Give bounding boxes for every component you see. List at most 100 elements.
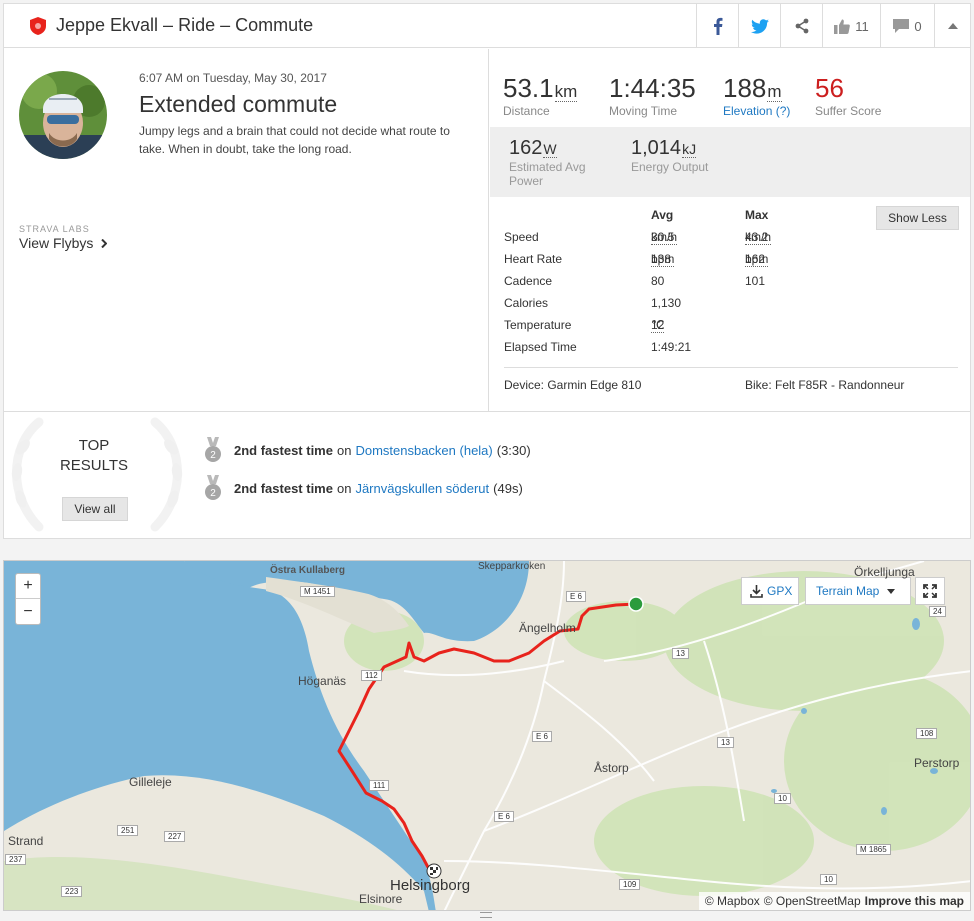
route-map[interactable]: + − GPX Terrain Map Östra Kullaberg Skep… [3,560,971,911]
row-label: Temperature [504,318,572,332]
activity-date: 6:07 AM on Tuesday, May 30, 2017 [139,71,327,85]
collapse-button[interactable] [934,4,970,48]
share-icon [795,18,808,34]
power-panel: 162W Estimated Avg Power 1,014kJ Energy … [490,127,970,197]
achievement-rank: 2nd fastest time [234,480,333,496]
suffer-score-value: 56 [815,73,844,103]
show-less-button[interactable]: Show Less [876,206,959,230]
place-orkelljunga: Örkelljunga [854,565,915,579]
power-label: Estimated Avg Power [509,160,586,188]
caret-up-icon [947,23,958,29]
table-row: Elapsed Time 1:49:21 [504,340,804,362]
view-flybys-label: View Flybys [19,235,94,251]
moving-time-value: 1:44:35 [609,73,696,103]
map-attribution: © Mapbox © OpenStreetMap Improve this ma… [698,892,970,910]
activity-summary: 6:07 AM on Tuesday, May 30, 2017 Extende… [4,49,489,411]
row-max: 101 [745,274,766,288]
facebook-share-button[interactable] [696,4,738,48]
stat-energy: 1,014kJ Energy Output [631,137,708,174]
silver-medal-icon: 2 [205,475,221,500]
distance-unit: km [554,82,578,102]
map-resize-handle[interactable] [480,912,492,918]
achievement-rank: 2nd fastest time [234,442,333,458]
energy-value: 1,014 [631,137,682,159]
row-max-unit: bpm [745,252,769,267]
row-label: Elapsed Time [504,340,577,354]
silver-medal-icon: 2 [205,437,221,462]
road-sign: E 6 [494,811,515,822]
elevation-help-link[interactable]: Elevation (?) [723,104,790,118]
avatar-image [19,71,107,159]
power-value: 162 [509,137,543,159]
ride-shield-icon [30,17,46,35]
achievement-item: 2 2nd fastest time on Domstensbacken (he… [204,437,531,463]
fullscreen-button[interactable] [915,577,945,605]
top-results-section: TOP RESULTS View all 2 2nd fastest time … [4,411,970,539]
row-max-unit: km/h [745,230,772,245]
segment-link[interactable]: Järnvägskullen söderut [355,481,489,496]
activity-title: Extended commute [139,91,338,117]
gpx-download-button[interactable]: GPX [741,577,799,605]
table-row: Speed 30.5 km/h 43.2 km/h [504,230,804,252]
activity-stats: 53.1km Distance 1:44:35 Moving Time 188m… [490,49,970,411]
activity-owner-title: Jeppe Ekvall – Ride – Commute [56,15,314,35]
view-all-button[interactable]: View all [62,497,128,521]
achievement-time: (49s) [493,480,523,496]
top-results-heading: TOP RESULTS [44,436,144,476]
improve-map-link[interactable]: Improve this map [865,894,964,908]
table-row: Temperature 12 ℃ [504,318,804,340]
download-icon [750,584,763,598]
stat-power: 162W Estimated Avg Power [509,137,604,188]
top-results-line1: TOP [78,437,110,454]
elevation-unit: m [767,82,782,102]
distance-label: Distance [503,104,550,118]
segment-link[interactable]: Domstensbacken (hela) [355,443,492,458]
road-sign: 24 [929,606,946,617]
row-label: Cadence [504,274,553,288]
power-unit: W [543,141,557,158]
row-avg-unit: bpm [651,252,675,267]
zoom-control: + − [15,573,41,625]
place-astorp: Åstorp [594,761,629,775]
share-button[interactable] [780,4,822,48]
map-canvas[interactable] [4,561,971,911]
distance-value: 53.1 [503,73,554,103]
athlete-avatar[interactable] [19,71,107,159]
svg-text:2: 2 [210,488,216,499]
elevation-value: 188 [723,73,767,103]
achievement-item: 2 2nd fastest time on Järnvägskullen söd… [204,475,523,501]
view-flybys-link[interactable]: View Flybys [19,235,108,251]
kudos-button[interactable]: 11 [822,4,880,48]
terrain-map-dropdown[interactable]: Terrain Map [805,577,911,605]
zoom-in-button[interactable]: + [16,574,40,599]
road-sign: 108 [916,728,938,739]
thumbs-up-icon [834,19,851,34]
osm-attribution[interactable]: © OpenStreetMap [764,894,861,908]
caret-down-icon [887,588,896,594]
bike-info[interactable]: Bike: Felt F85R - Randonneur [745,378,904,392]
road-sign: E 6 [532,731,553,742]
facebook-icon [713,17,722,35]
place-skepparkroken: Skepparkroken [478,561,546,572]
energy-label: Energy Output [631,160,709,174]
stat-moving-time: 1:44:35 Moving Time [609,73,696,118]
place-gilleleje: Gilleleje [129,775,172,789]
road-sign: 13 [717,737,734,748]
place-ostra-kullaberg: Östra Kullaberg [270,565,346,576]
place-hoganas: Höganäs [298,674,347,688]
gpx-label: GPX [767,584,793,598]
stats-divider [504,367,958,368]
twitter-share-button[interactable] [738,4,780,48]
row-avg: 1,130 [651,296,682,310]
comments-button[interactable]: 0 [880,4,934,48]
road-sign: M 1451 [300,586,335,597]
row-avg: 1:49:21 [651,340,692,354]
place-perstorp: Perstorp [914,756,960,770]
row-label: Calories [504,296,549,310]
zoom-out-button[interactable]: − [16,599,40,624]
mapbox-attribution[interactable]: © Mapbox [705,894,760,908]
chevron-right-icon [101,238,108,249]
achievement-on: on [336,480,352,496]
twitter-icon [750,18,769,34]
place-angelholm: Ängelholm [519,621,576,635]
